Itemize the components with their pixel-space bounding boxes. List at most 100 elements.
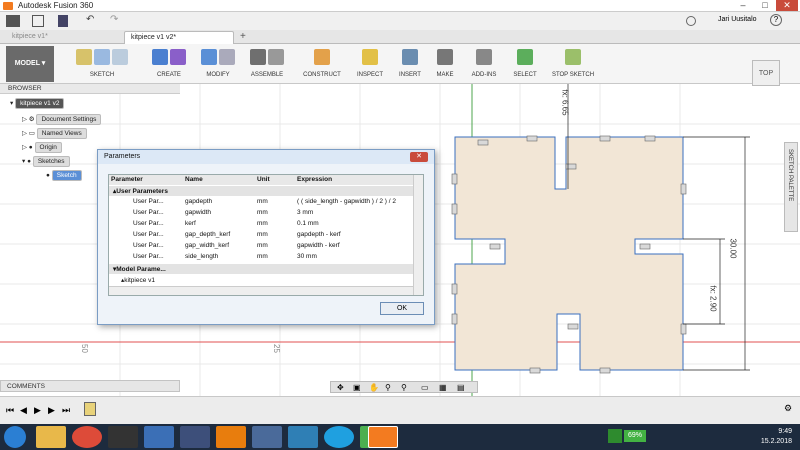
- dimension-gapwidth[interactable]: fx: 2.90: [709, 285, 718, 311]
- app-icon[interactable]: [288, 426, 318, 448]
- cell-param: User Par...: [133, 198, 164, 205]
- table-row[interactable]: User Par... gap_depth_kerf mm gapdepth -…: [109, 230, 413, 240]
- unity-icon[interactable]: [108, 426, 138, 448]
- ok-button[interactable]: OK: [380, 302, 424, 315]
- ribbon-group-insert[interactable]: INSERT: [394, 48, 426, 80]
- tab-kitpiece-v1[interactable]: kitpiece v1*: [6, 31, 116, 44]
- fit-icon[interactable]: ⚲: [401, 383, 407, 392]
- table-row[interactable]: ▴ kitpiece v1: [109, 275, 413, 285]
- tray-app-icon[interactable]: [608, 429, 622, 443]
- grid-menu-icon[interactable]: [6, 15, 20, 27]
- cell-expression[interactable]: gapwidth - kerf: [297, 242, 340, 249]
- table-row[interactable]: User Par... gapwidth mm 3 mm: [109, 208, 413, 218]
- file-icon[interactable]: [32, 15, 44, 27]
- workspace-switcher[interactable]: MODEL ▾: [6, 46, 54, 82]
- browser-item-document-settings[interactable]: ▷ ⚙ Document Settings: [22, 114, 102, 126]
- step-back-icon[interactable]: ◀: [20, 405, 27, 416]
- cell-expression[interactable]: gapdepth - kerf: [297, 231, 341, 238]
- cell-param: User Par...: [133, 242, 164, 249]
- start-button[interactable]: [4, 426, 26, 448]
- close-button[interactable]: ✕: [776, 0, 798, 11]
- maximize-button[interactable]: □: [754, 0, 776, 11]
- tab-kitpiece-v1-v2[interactable]: kitpiece v1 v2*: [124, 31, 234, 44]
- sketch-icon: [76, 49, 92, 65]
- ribbon-group-make[interactable]: MAKE: [430, 48, 460, 80]
- pan-icon[interactable]: ✋: [369, 383, 379, 392]
- clock-job-icon[interactable]: [686, 16, 696, 26]
- browser-item-sketches[interactable]: ▾ ● Sketches: [22, 156, 70, 168]
- cell-unit: mm: [257, 242, 268, 249]
- app-icon[interactable]: [252, 426, 282, 448]
- col-expression: Expression: [297, 176, 333, 183]
- col-unit: Unit: [257, 176, 270, 183]
- dialog-close-button[interactable]: ✕: [410, 152, 428, 162]
- look-at-icon[interactable]: ▣: [353, 383, 361, 392]
- cell-expression[interactable]: 3 mm: [297, 209, 313, 216]
- save-icon[interactable]: [58, 15, 68, 27]
- section-user-parameters[interactable]: ▴ User Parameters: [109, 186, 413, 196]
- go-to-start-icon[interactable]: ⏮: [6, 405, 14, 416]
- stop-sketch-button[interactable]: STOP SKETCH: [548, 48, 598, 80]
- ribbon-group-assemble[interactable]: ASSEMBLE: [244, 48, 290, 80]
- grid-settings-icon[interactable]: ▦: [439, 383, 447, 392]
- cell-expression[interactable]: ( ( side_length - gapwidth ) / 2 ) / 2: [297, 198, 396, 205]
- vertical-scrollbar[interactable]: [413, 175, 423, 295]
- app-icon[interactable]: [180, 426, 210, 448]
- fusion-360-icon[interactable]: [368, 426, 398, 448]
- play-icon[interactable]: ▶: [34, 405, 41, 416]
- view-cube[interactable]: TOP: [752, 60, 780, 86]
- group-label: SELECT: [513, 72, 537, 78]
- app-icon[interactable]: [144, 426, 174, 448]
- ribbon-group-create[interactable]: CREATE: [146, 48, 192, 80]
- fillet-icon: [219, 49, 235, 65]
- table-row[interactable]: User Par... gap_width_kerf mm gapwidth -…: [109, 241, 413, 251]
- help-icon[interactable]: ?: [770, 14, 782, 26]
- timeline-sketch-feature[interactable]: [84, 402, 96, 416]
- ribbon-group-modify[interactable]: MODIFY: [198, 48, 238, 80]
- blender-icon[interactable]: [216, 426, 246, 448]
- new-tab-icon[interactable]: +: [240, 31, 246, 42]
- display-settings-icon[interactable]: ▭: [421, 383, 429, 392]
- comments-panel[interactable]: COMMENTS: [0, 380, 180, 392]
- table-row[interactable]: User Par... side_length mm 30 mm: [109, 252, 413, 262]
- step-forward-icon[interactable]: ▶: [48, 405, 55, 416]
- table-row[interactable]: User Par... kerf mm 0.1 mm: [109, 219, 413, 229]
- cell-expression[interactable]: 0.1 mm: [297, 220, 319, 227]
- item-label: Origin: [34, 142, 62, 153]
- browser-item-named-views[interactable]: ▷ ▭ Named Views: [22, 128, 87, 140]
- browser-item-root[interactable]: ▾ kitpiece v1 v2: [10, 98, 65, 110]
- system-clock[interactable]: 9:49 15.2.2018: [761, 427, 792, 447]
- ribbon-group-select[interactable]: SELECT: [508, 48, 542, 80]
- user-name[interactable]: Jari Uusitalo: [718, 16, 757, 23]
- clock-date: 15.2.2018: [760, 438, 792, 445]
- file-explorer-icon[interactable]: [36, 426, 66, 448]
- cell-unit: mm: [257, 220, 268, 227]
- ribbon-group-sketch[interactable]: SKETCH: [66, 48, 138, 80]
- horizontal-scrollbar[interactable]: [109, 286, 413, 295]
- redo-icon[interactable]: ↷: [110, 14, 118, 25]
- skype-icon[interactable]: [324, 426, 354, 448]
- chrome-icon[interactable]: [72, 426, 102, 448]
- battery-indicator[interactable]: 69%: [624, 430, 646, 442]
- zoom-icon[interactable]: ⚲: [385, 383, 391, 392]
- viewports-icon[interactable]: ▤: [457, 383, 465, 392]
- browser-item-sketch[interactable]: ● Sketch: [46, 170, 82, 182]
- cell-expression[interactable]: 30 mm: [297, 253, 317, 260]
- sketch-palette-tab[interactable]: SKETCH PALETTE: [784, 142, 798, 232]
- minimize-button[interactable]: –: [732, 0, 754, 11]
- ribbon-group-construct[interactable]: CONSTRUCT: [296, 48, 348, 80]
- orbit-icon[interactable]: ✥: [337, 383, 344, 392]
- timeline-settings-icon[interactable]: ⚙: [784, 403, 792, 414]
- form-icon: [170, 49, 186, 65]
- ribbon-group-inspect[interactable]: INSPECT: [350, 48, 390, 80]
- browser-item-origin[interactable]: ▷ ● Origin: [22, 142, 62, 154]
- ribbon-group-add-ins[interactable]: ADD-INS: [464, 48, 504, 80]
- section-model-parameters[interactable]: ▾ Model Parame...: [109, 264, 413, 274]
- browser-panel-header[interactable]: BROWSER: [0, 84, 180, 94]
- joint-icon: [250, 49, 266, 65]
- table-row[interactable]: User Par... gapdepth mm ( ( side_length …: [109, 197, 413, 207]
- dimension-gapdepth[interactable]: fx: 6.65: [561, 89, 570, 115]
- dimension-side-length[interactable]: 30.00: [729, 238, 738, 258]
- go-to-end-icon[interactable]: ⏭: [62, 405, 70, 416]
- undo-icon[interactable]: ↶: [86, 14, 94, 25]
